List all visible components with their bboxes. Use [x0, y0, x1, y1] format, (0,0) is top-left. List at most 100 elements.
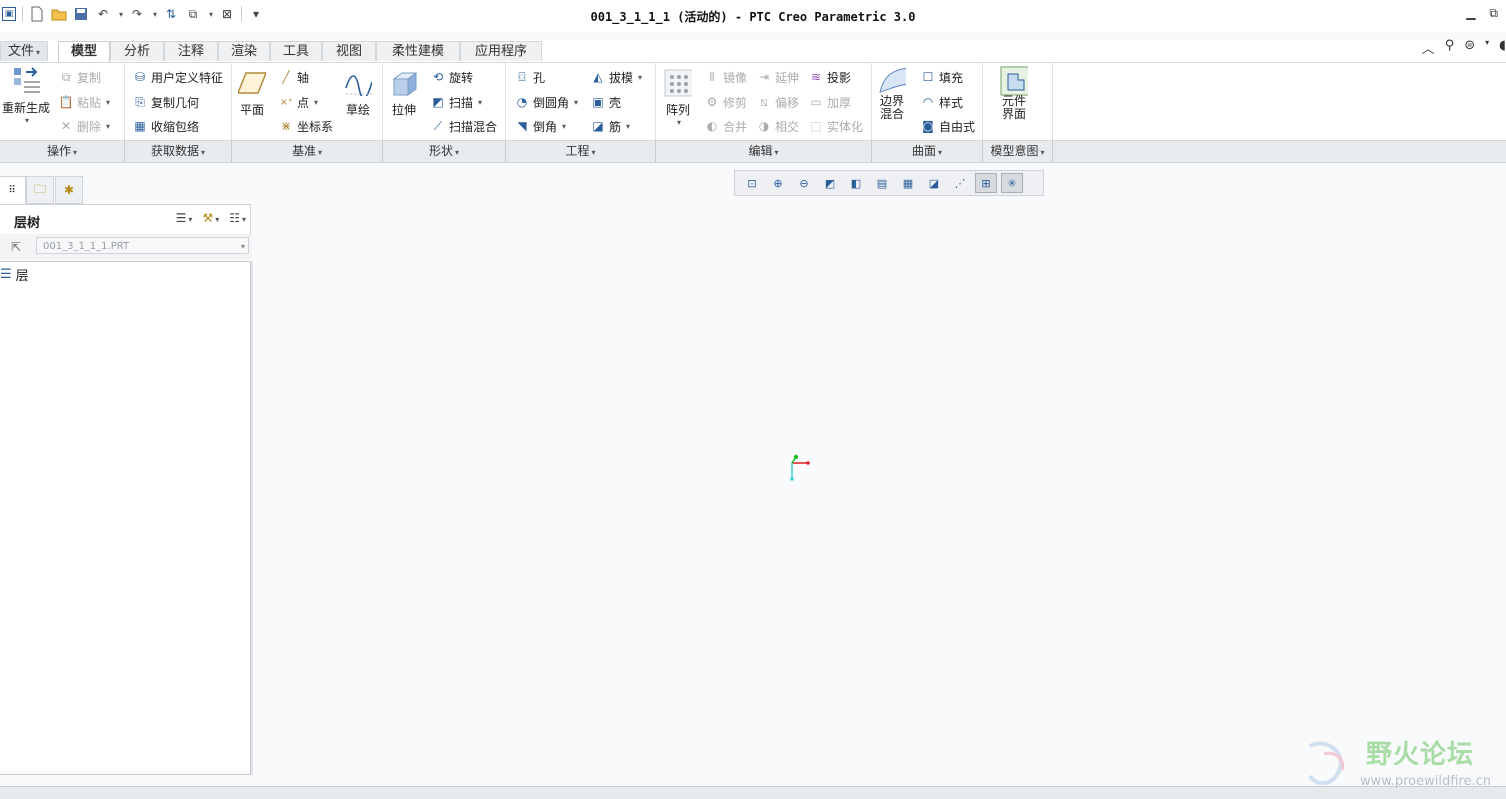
restore-button[interactable]: ⧉	[1489, 6, 1498, 21]
chamfer-button[interactable]: ◥ 倒角 ▾	[514, 117, 566, 135]
tab-flexible-modeling[interactable]: 柔性建模	[376, 41, 460, 61]
rib-button[interactable]: ◪ 筋 ▾	[590, 117, 630, 135]
thicken-button[interactable]: ▭ 加厚	[808, 93, 851, 111]
select-pointer-icon[interactable]: ⇱	[5, 237, 27, 257]
zoom-out-icon[interactable]: ⊖	[793, 173, 815, 193]
component-interface-button[interactable]: 元件界面	[1000, 66, 1028, 121]
group-datum[interactable]: 基准 ▾	[232, 141, 383, 162]
project-button[interactable]: ≋ 投影	[808, 68, 851, 86]
help-dropdown-icon[interactable]: ▾	[1485, 38, 1489, 57]
datum-point-button[interactable]: ×ˣ 点 ▾	[278, 93, 318, 111]
settings-menu-icon[interactable]: ☷ ▾	[229, 211, 246, 225]
pattern-icon	[664, 69, 692, 97]
regenerate-dropdown-icon[interactable]: ▾	[25, 116, 29, 125]
help-icon[interactable]: ⊜	[1464, 38, 1475, 57]
offset-icon: ⧅	[760, 94, 768, 109]
group-get-data[interactable]: 获取数据 ▾	[125, 141, 232, 162]
sketch-button[interactable]: 草绘	[344, 69, 372, 118]
group-surfaces[interactable]: 曲面 ▾	[872, 141, 983, 162]
minimize-button[interactable]: ▁	[1466, 6, 1475, 21]
shrinkwrap-button[interactable]: ▦ 收缩包络	[132, 117, 199, 135]
shell-button[interactable]: ▣ 壳	[590, 93, 621, 111]
tools-menu-icon[interactable]: ⚒ ▾	[202, 211, 219, 225]
tab-file[interactable]: 文件 ▾	[0, 41, 48, 61]
more-icon[interactable]: ◖	[1499, 38, 1506, 57]
group-model-intent[interactable]: 模型意图 ▾	[983, 141, 1053, 162]
display-style-icon[interactable]: ◧	[845, 173, 867, 193]
point-icon: ×ˣ	[279, 96, 293, 108]
extrude-button[interactable]: 拉伸	[390, 69, 418, 118]
tab-annotate[interactable]: 注释	[164, 41, 218, 61]
datum-display-icon[interactable]: ⊞	[975, 173, 997, 193]
round-button[interactable]: ◔ 倒圆角 ▾	[514, 93, 578, 111]
merge-button[interactable]: ◐ 合并	[704, 117, 747, 135]
group-engineering[interactable]: 工程 ▾	[506, 141, 656, 162]
revolve-icon: ⟲	[432, 70, 444, 84]
copy-icon: ⧉	[61, 69, 71, 84]
zoom-in-icon[interactable]: ⊕	[767, 173, 789, 193]
copy-geometry-button[interactable]: ⎘ 复制几何	[132, 93, 199, 111]
merge-icon: ◐	[706, 119, 718, 133]
tree-item-layers[interactable]: ☰ 层	[0, 265, 29, 284]
udf-button[interactable]: ⛁ 用户定义特征	[132, 68, 223, 86]
view-manager-icon[interactable]: ▦	[897, 173, 919, 193]
component-interface-icon	[1000, 66, 1028, 96]
swept-blend-icon: ⟋	[433, 118, 443, 133]
folder-icon: 🗀	[33, 181, 46, 196]
solidify-button[interactable]: ⬚ 实体化	[808, 117, 863, 135]
active-model-combo[interactable]: 001_3_1_1_1.PRT ▾	[36, 237, 249, 254]
hole-icon: ⌼	[518, 69, 526, 84]
perspective-icon[interactable]: ◪	[923, 173, 945, 193]
repaint-icon[interactable]: ◩	[819, 173, 841, 193]
mirror-button[interactable]: ⫴ 镜像	[704, 68, 747, 86]
offset-button[interactable]: ⧅ 偏移	[756, 93, 799, 111]
refit-icon[interactable]: ⊡	[741, 173, 763, 193]
selection-row: ⇱ 001_3_1_1_1.PRT ▾	[0, 234, 252, 259]
axis-icon: ╱	[282, 70, 290, 84]
tab-analysis[interactable]: 分析	[110, 41, 164, 61]
hole-button[interactable]: ⌼ 孔	[514, 68, 545, 86]
search-icon[interactable]: ⚲	[1445, 38, 1455, 57]
udf-icon: ⛁	[134, 70, 146, 84]
regenerate-button[interactable]: 重新生成 ▾	[2, 67, 50, 125]
group-editing[interactable]: 编辑 ▾	[656, 141, 872, 162]
datum-csys-button[interactable]: ⋇ 坐标系	[278, 117, 333, 135]
spin-center-icon[interactable]: ✳	[1001, 173, 1023, 193]
draft-button[interactable]: ◭ 拔模 ▾	[590, 68, 642, 86]
tab-tools[interactable]: 工具	[270, 41, 322, 61]
tab-view[interactable]: 视图	[322, 41, 376, 61]
intersect-button[interactable]: ◑ 相交	[756, 117, 799, 135]
pattern-button[interactable]: 阵列 ▾	[664, 69, 692, 127]
sweep-button[interactable]: ◩ 扫描 ▾	[430, 93, 482, 111]
tab-render[interactable]: 渲染	[218, 41, 270, 61]
saved-views-icon[interactable]: ▤	[871, 173, 893, 193]
collapse-ribbon-icon[interactable]: ︿	[1422, 38, 1435, 57]
revolve-button[interactable]: ⟲ 旋转	[430, 68, 473, 86]
copy-button[interactable]: ⧉ 复制	[58, 68, 101, 86]
tab-applications[interactable]: 应用程序	[460, 41, 542, 61]
rib-icon: ◪	[592, 119, 604, 133]
model-tree-tab[interactable]: ⠿	[0, 176, 26, 204]
layers-menu-icon[interactable]: ☰ ▾	[176, 211, 193, 225]
trim-button[interactable]: ⚙ 修剪	[704, 93, 747, 111]
extrude-icon	[390, 69, 418, 97]
swept-blend-button[interactable]: ⟋ 扫描混合	[430, 117, 497, 135]
tab-model[interactable]: 模型	[58, 41, 110, 62]
annotation-display-icon[interactable]: ⋰	[949, 173, 971, 193]
solidify-icon: ⬚	[810, 119, 822, 133]
status-bar	[0, 786, 1506, 799]
datum-plane-button[interactable]: 平面	[238, 69, 266, 118]
group-shapes[interactable]: 形状 ▾	[383, 141, 506, 162]
delete-button[interactable]: ✕ 删除 ▾	[58, 117, 110, 135]
datum-axis-button[interactable]: ╱ 轴	[278, 68, 309, 86]
group-operations[interactable]: 操作 ▾	[0, 141, 125, 162]
freestyle-button[interactable]: ◙ 自由式	[920, 117, 975, 135]
folder-browser-tab[interactable]: 🗀	[26, 176, 54, 204]
paste-button[interactable]: 📋 粘贴 ▾	[58, 93, 111, 111]
boundary-blend-button[interactable]: 边界混合	[878, 67, 906, 121]
panel-title: 层树	[14, 216, 41, 231]
fill-button[interactable]: ☐ 填充	[920, 68, 963, 86]
favorites-tab[interactable]: ✱	[55, 176, 83, 204]
style-button[interactable]: ◠ 样式	[920, 93, 963, 111]
extend-button[interactable]: ⇥ 延伸	[756, 68, 799, 86]
